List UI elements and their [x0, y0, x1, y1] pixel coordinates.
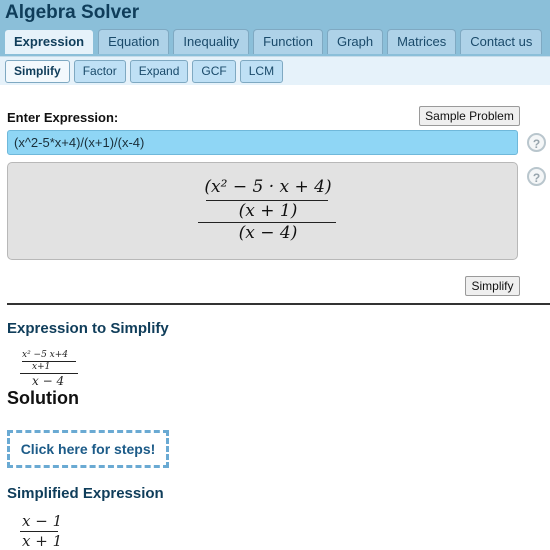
sample-problem-button[interactable]: Sample Problem [419, 106, 520, 126]
section-divider [7, 303, 550, 305]
tab-expression[interactable]: Expression [4, 29, 95, 54]
subtab-gcf[interactable]: GCF [192, 60, 236, 83]
tab-contact-us[interactable]: Contact us [460, 29, 543, 54]
sub-tabs: Simplify Factor Expand GCF LCM [5, 60, 287, 83]
app-title: Algebra Solver [5, 2, 140, 23]
expression-to-simplify-heading: Expression to Simplify [7, 320, 169, 337]
tab-graph[interactable]: Graph [326, 29, 384, 54]
tab-equation[interactable]: Equation [98, 29, 170, 54]
solution-heading: Solution [7, 388, 79, 408]
simplified-numerator: x − 1 [22, 512, 63, 530]
simplified-denominator: x + 1 [22, 532, 63, 550]
result-expr-mid: x+1 [32, 362, 51, 372]
subtab-simplify[interactable]: Simplify [5, 60, 70, 83]
preview-numerator-bottom: (x + 1) [238, 201, 298, 221]
tab-function[interactable]: Function [253, 29, 323, 54]
tab-matrices[interactable]: Matrices [387, 29, 457, 54]
steps-link[interactable]: Click here for steps! [7, 430, 169, 468]
main-tabs: Expression Equation Inequality Function … [4, 29, 546, 54]
preview-denominator: (x − 4) [238, 223, 298, 243]
preview-numerator-top: (x² − 5 · x + 4) [204, 177, 332, 197]
subtab-lcm[interactable]: LCM [239, 60, 284, 83]
enter-expression-label: Enter Expression: [7, 110, 119, 125]
subtab-factor[interactable]: Factor [73, 60, 126, 83]
help-circle-icon[interactable]: ? [527, 133, 546, 152]
result-expr-top: x² −5 x+4 [22, 350, 69, 360]
simplify-button[interactable]: Simplify [465, 276, 520, 296]
result-expr-bottom: x − 4 [32, 374, 65, 388]
help-circle-icon[interactable]: ? [527, 167, 546, 186]
subtab-expand[interactable]: Expand [129, 60, 189, 83]
tab-inequality[interactable]: Inequality [173, 29, 250, 54]
math-preview: (x² − 5 · x + 4) (x + 1) (x − 4) [7, 162, 518, 260]
simplified-expression-heading: Simplified Expression [7, 485, 164, 502]
expression-input[interactable]: (x^2-5*x+4)/(x+1)/(x-4) [7, 130, 518, 155]
